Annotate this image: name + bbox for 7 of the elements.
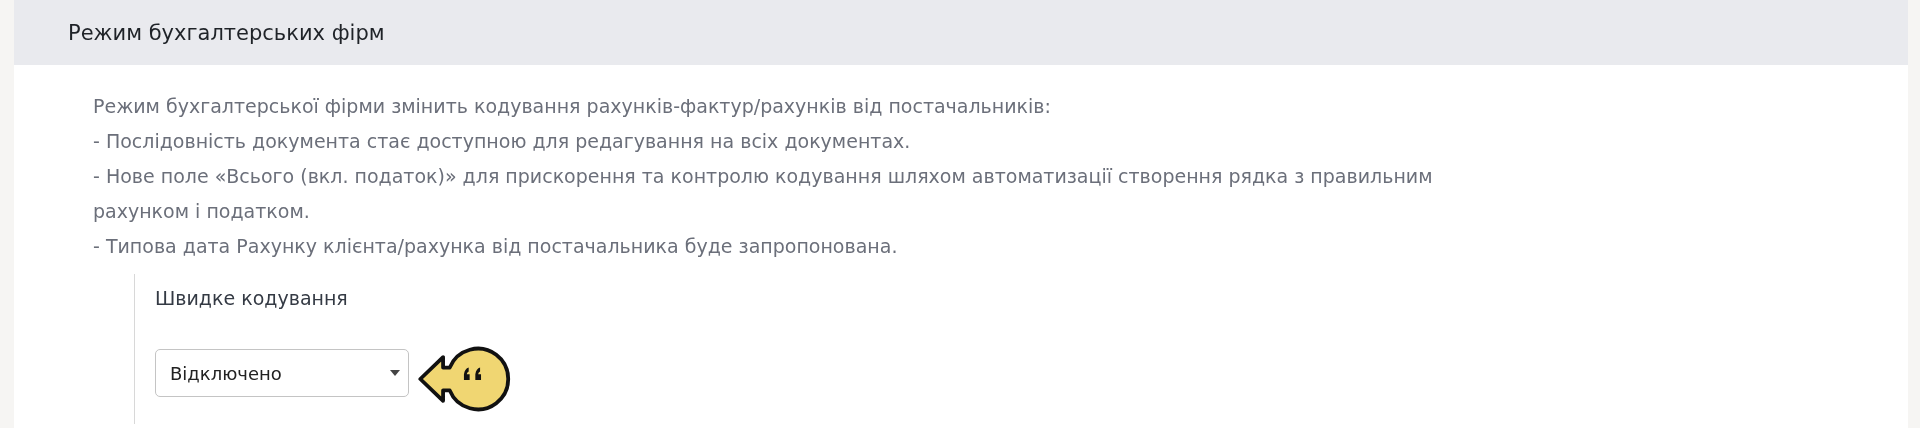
dropdown-field[interactable]: Відключено xyxy=(155,349,409,397)
section-title: Режим бухгалтерських фірм xyxy=(68,20,385,45)
description-text: - Послідовність документа стає доступною для редагування на всіх документах. xyxy=(93,129,912,154)
description-text: Режим бухгалтерської фірми змінить кодування рахунків-фактур/рахунків від постачальників: xyxy=(93,94,1052,119)
description-text: - Нове поле «Всього (вкл. податок)» для прискорення та контролю кодування шляхом автоматизації створення рядка з правильним рахунком і податком. xyxy=(93,164,1434,224)
description-text: - Типова дата Рахунку клієнта/рахунка від постачальника буде запропонована. xyxy=(93,234,899,259)
field-label: Швидке кодування xyxy=(155,286,349,310)
